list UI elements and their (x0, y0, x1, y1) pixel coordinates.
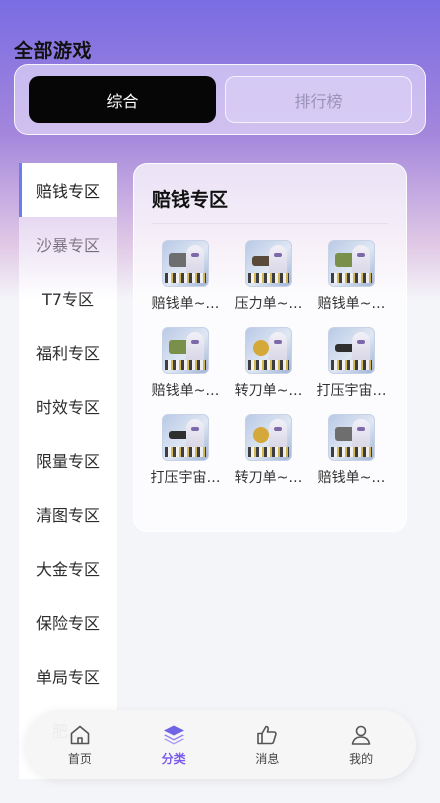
game-tile[interactable]: 赔钱单~… (144, 240, 227, 313)
sidebar-item-timed-zone[interactable]: 时效专区 (19, 379, 117, 433)
nav-label: 我的 (349, 751, 374, 766)
game-tile[interactable]: 打压宇宙… (144, 414, 227, 487)
layers-icon (163, 725, 184, 744)
game-thumbnail (328, 327, 375, 374)
game-name: 转刀单~… (234, 470, 303, 486)
game-grid: 赔钱单~… 压力单~… 赔钱单~… 赔钱单~… 转刀单~… 打压宇宙… 打压宇宙… (144, 240, 398, 487)
sidebar-item-t7-zone[interactable]: T7专区 (19, 271, 117, 325)
game-thumbnail (245, 240, 292, 287)
game-thumbnail (245, 414, 292, 461)
game-tile[interactable]: 转刀单~… (227, 414, 310, 487)
sidebar-item-big-gold-zone[interactable]: 大金专区 (19, 541, 117, 595)
game-thumbnail (328, 240, 375, 287)
sidebar-item-clear-map-zone[interactable]: 清图专区 (19, 487, 117, 541)
game-name: 赔钱单~… (317, 296, 386, 312)
game-section-card: 赔钱专区 赔钱单~… 压力单~… 赔钱单~… 赔钱单~… 转刀单~… 打压宇宙… (133, 163, 407, 532)
game-thumbnail (328, 414, 375, 461)
category-tabs: 综合 排行榜 (14, 64, 426, 135)
game-name: 赔钱单~… (151, 383, 220, 399)
tab-overall[interactable]: 综合 (29, 76, 216, 123)
game-name: 转刀单~… (234, 383, 303, 399)
game-tile[interactable]: 压力单~… (227, 240, 310, 313)
sidebar-item-welfare-zone[interactable]: 福利专区 (19, 325, 117, 379)
section-divider (152, 223, 388, 224)
user-icon (351, 725, 371, 745)
sidebar-item-limited-zone[interactable]: 限量专区 (19, 433, 117, 487)
game-name: 赔钱单~… (317, 470, 386, 486)
sidebar-item-insurance-zone[interactable]: 保险专区 (19, 595, 117, 649)
sidebar-item-single-round-zone[interactable]: 单局专区 (19, 649, 117, 703)
thumbs-up-icon (257, 725, 278, 744)
game-tile[interactable]: 赔钱单~… (310, 240, 393, 313)
nav-category[interactable]: 分类 (139, 723, 209, 767)
game-name: 打压宇宙… (316, 383, 387, 399)
game-tile[interactable]: 转刀单~… (227, 327, 310, 400)
bottom-navigation: 首页 分类 消息 我的 (25, 710, 416, 779)
section-title: 赔钱专区 (152, 189, 229, 211)
game-tile[interactable]: 赔钱单~… (144, 327, 227, 400)
game-name: 赔钱单~… (151, 296, 220, 312)
nav-home[interactable]: 首页 (45, 723, 115, 767)
game-name: 压力单~… (234, 296, 303, 312)
tab-ranking[interactable]: 排行榜 (225, 76, 412, 123)
game-thumbnail (162, 240, 209, 287)
game-tile[interactable]: 打压宇宙… (310, 327, 393, 400)
game-thumbnail (162, 414, 209, 461)
nav-profile[interactable]: 我的 (326, 723, 396, 767)
nav-label: 分类 (161, 751, 186, 766)
nav-label: 消息 (255, 751, 280, 766)
sidebar-item-sandstorm-zone[interactable]: 沙暴专区 (19, 217, 117, 271)
category-sidebar: 赔钱专区 沙暴专区 T7专区 福利专区 时效专区 限量专区 清图专区 大金专区 … (19, 163, 117, 779)
game-thumbnail (162, 327, 209, 374)
sidebar-item-loss-zone[interactable]: 赔钱专区 (19, 163, 117, 217)
game-tile[interactable]: 赔钱单~… (310, 414, 393, 487)
page-title: 全部游戏 (14, 40, 93, 62)
game-name: 打压宇宙… (150, 470, 221, 486)
nav-label: 首页 (67, 751, 92, 766)
home-icon (70, 725, 90, 744)
game-thumbnail (245, 327, 292, 374)
nav-messages[interactable]: 消息 (232, 723, 302, 767)
